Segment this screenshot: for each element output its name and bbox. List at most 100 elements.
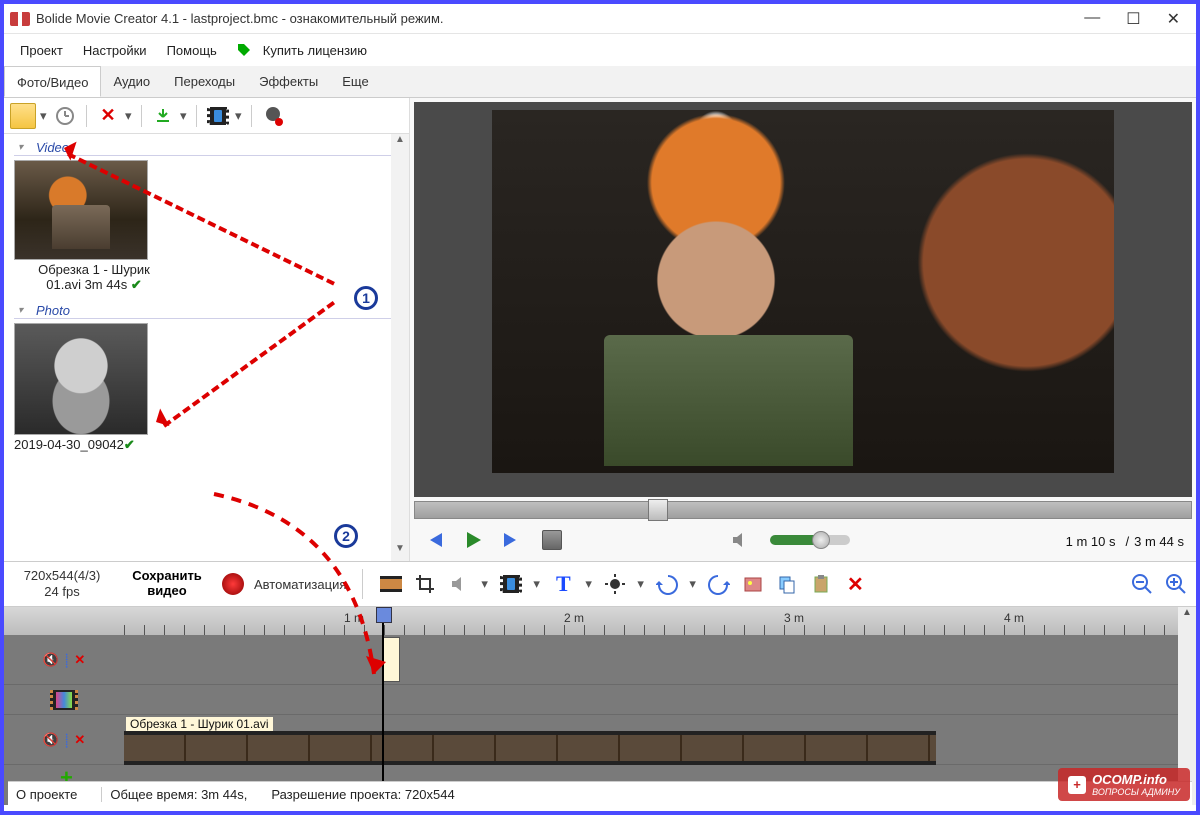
audio-button[interactable] (447, 572, 471, 596)
remove-dropdown[interactable]: ▾ (125, 108, 133, 124)
tag-icon (237, 43, 251, 57)
project-info: 720x544(4/3) 24 fps (12, 568, 112, 599)
status-about[interactable]: О проекте (16, 787, 77, 802)
status-total-time: Общее время: 3m 44s, (101, 787, 247, 802)
seek-bar[interactable] (414, 501, 1192, 519)
preview-panel: 1 m 10 s / 3 m 44 s (410, 98, 1196, 561)
timeline-ruler[interactable]: 1 m 2 m 3 m 4 m (4, 607, 1196, 635)
redo-button[interactable] (707, 572, 731, 596)
menu-settings[interactable]: Настройки (75, 39, 155, 62)
check-icon: ✔ (124, 437, 135, 452)
download-button[interactable] (150, 103, 176, 129)
scroll-up-icon[interactable]: ▲ (391, 134, 409, 152)
automation-button[interactable]: Автоматизация (254, 577, 346, 592)
minimize-button[interactable]: — (1084, 9, 1100, 29)
track-delete-icon[interactable]: ✕ (74, 732, 85, 748)
library-toolbar: ▾ ✕ ▾ ▾ ▾ (4, 98, 409, 134)
app-window: Bolide Movie Creator 4.1 - lastproject.b… (0, 0, 1200, 815)
timeline-toolbar: 720x544(4/3) 24 fps Сохранить видео Авто… (4, 561, 1196, 607)
annotation-badge-2: 2 (334, 524, 358, 548)
photo-thumbnail[interactable] (14, 323, 148, 435)
mute-icon[interactable]: 🔇 (43, 732, 59, 748)
chevron-icon[interactable]: ⸽ (65, 731, 68, 749)
preview-frame (492, 110, 1114, 473)
add-file-dropdown[interactable]: ▾ (40, 108, 48, 124)
track-video[interactable]: 🔇 ⸽ ✕ Обрезка 1 - Шурик 01.avi (4, 715, 1196, 765)
prev-frame-button[interactable] (422, 529, 444, 551)
timeline: 1 m 2 m 3 m 4 m 🔇 ⸽ ✕ 🔇 ⸽ ✕ Обрезка 1 - … (4, 607, 1196, 805)
tab-effects[interactable]: Эффекты (247, 66, 330, 97)
film-icon (207, 107, 229, 125)
check-icon: ✔ (131, 277, 142, 292)
paste-button[interactable] (809, 572, 833, 596)
film-icon (500, 575, 522, 593)
library-panel: ▾ ✕ ▾ ▾ ▾ Video Обрезка 1 - Шурик 0 (4, 98, 410, 561)
video-caption: Обрезка 1 - Шурик 01.avi 3m 44s ✔ (14, 262, 174, 293)
seek-knob[interactable] (648, 499, 668, 521)
track-delete-icon[interactable]: ✕ (74, 652, 85, 668)
copy-button[interactable] (775, 572, 799, 596)
app-logo-icon (10, 12, 30, 26)
library-tabs: Фото/Видео Аудио Переходы Эффекты Еще (4, 66, 1196, 98)
tab-photo-video[interactable]: Фото/Видео (4, 66, 101, 97)
playback-controls: 1 m 10 s / 3 m 44 s (410, 519, 1196, 561)
recent-button[interactable] (52, 103, 78, 129)
track-header: 🔇 ⸽ ✕ (4, 715, 124, 764)
status-resolution: Разрешение проекта: 720x544 (271, 787, 454, 802)
zoom-in-button[interactable] (1164, 572, 1188, 596)
text-button[interactable]: T (551, 572, 575, 596)
maximize-button[interactable]: ☐ (1126, 9, 1140, 29)
volume-icon[interactable] (730, 529, 752, 551)
group-header-photo[interactable]: Photo (14, 303, 399, 319)
film-dropdown[interactable]: ▾ (235, 108, 243, 124)
record-button[interactable] (222, 573, 244, 595)
watermark: + OCOMP.info ВОПРОСЫ АДМИНУ (1058, 768, 1190, 801)
library-scrollbar[interactable]: ▲ ▼ (391, 134, 409, 561)
playback-time: 1 m 10 s / 3 m 44 s (1066, 530, 1184, 551)
save-video-button[interactable]: Сохранить видео (122, 569, 212, 599)
chevron-icon[interactable]: ⸽ (65, 651, 68, 669)
webcam-button[interactable] (260, 103, 286, 129)
track-thumb (4, 685, 1196, 715)
track-overlay[interactable]: 🔇 ⸽ ✕ (4, 635, 1196, 685)
film-button[interactable] (205, 103, 231, 129)
annotation-badge-1: 1 (354, 286, 378, 310)
scroll-down-icon[interactable]: ▼ (391, 543, 409, 561)
menu-project[interactable]: Проект (12, 39, 71, 62)
stop-button[interactable] (542, 530, 562, 550)
track-header: 🔇 ⸽ ✕ (4, 635, 124, 684)
video-clip[interactable] (124, 731, 936, 765)
preview-canvas[interactable] (414, 102, 1192, 497)
menu-buy-license[interactable]: Купить лицензию (229, 35, 383, 66)
next-frame-button[interactable] (502, 529, 524, 551)
volume-slider[interactable] (770, 535, 850, 545)
tab-more[interactable]: Еще (330, 66, 380, 97)
window-title: Bolide Movie Creator 4.1 - lastproject.b… (36, 11, 1084, 26)
titlebar: Bolide Movie Creator 4.1 - lastproject.b… (4, 4, 1196, 34)
statusbar: О проекте Общее время: 3m 44s, Разрешени… (8, 781, 1192, 807)
photo-caption: 2019-04-30_09042✔ (14, 437, 164, 453)
filmstrip-icon (50, 690, 78, 710)
undo-button[interactable] (655, 572, 679, 596)
download-dropdown[interactable]: ▾ (180, 108, 188, 124)
clip-label: Обрезка 1 - Шурик 01.avi (126, 717, 273, 731)
playhead[interactable] (382, 607, 384, 785)
snapshot-button[interactable] (741, 572, 765, 596)
zoom-out-button[interactable] (1130, 572, 1154, 596)
add-file-button[interactable] (10, 103, 36, 129)
close-button[interactable]: ✕ (1167, 9, 1180, 29)
menu-help[interactable]: Помощь (159, 39, 225, 62)
crop-button[interactable] (413, 572, 437, 596)
overlay-clip[interactable] (382, 637, 400, 682)
play-button[interactable] (462, 529, 484, 551)
split-clip-button[interactable] (379, 572, 403, 596)
menubar: Проект Настройки Помощь Купить лицензию (4, 34, 1196, 66)
clip-menu-button[interactable] (499, 572, 523, 596)
tab-transitions[interactable]: Переходы (162, 66, 247, 97)
brightness-button[interactable] (603, 572, 627, 596)
mute-icon[interactable]: 🔇 (43, 652, 59, 668)
remove-button[interactable]: ✕ (95, 103, 121, 129)
delete-clip-button[interactable]: ✕ (843, 572, 867, 596)
video-thumbnail[interactable] (14, 160, 148, 260)
tab-audio[interactable]: Аудио (101, 66, 162, 97)
